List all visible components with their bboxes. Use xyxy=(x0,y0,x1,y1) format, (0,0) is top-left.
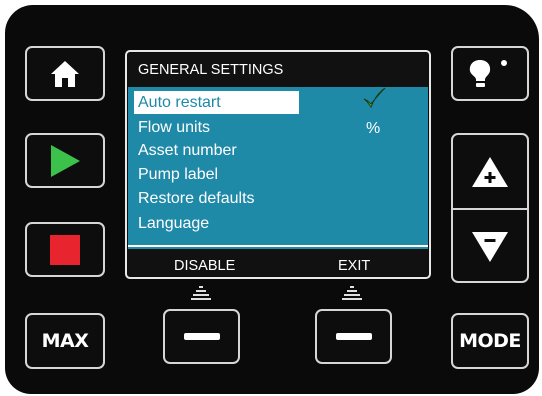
mode-button-label: MODE xyxy=(459,330,521,352)
menu-item-language[interactable]: Language xyxy=(134,212,299,235)
max-button-label: MAX xyxy=(41,330,89,352)
down-button[interactable] xyxy=(453,210,527,283)
up-down-button-group xyxy=(451,133,529,283)
minus-icon xyxy=(335,332,372,340)
menu-item-pump-label[interactable]: Pump label xyxy=(134,163,299,186)
screen-title: GENERAL SETTINGS xyxy=(138,62,284,78)
mode-button[interactable]: MODE xyxy=(451,313,529,369)
menu-item-label: Asset number xyxy=(138,142,237,159)
display-screen: GENERAL SETTINGS Auto restart Flow units… xyxy=(128,53,428,276)
minus-down-arrow-icon xyxy=(472,231,508,262)
home-icon xyxy=(51,60,79,87)
menu-item-label: Flow units xyxy=(138,119,211,136)
menu-item-label: Auto restart xyxy=(138,94,221,111)
softkey-right-label: EXIT xyxy=(338,258,371,274)
menu-item-label: Language xyxy=(138,215,210,232)
menu-item-restore-defaults[interactable]: Restore defaults xyxy=(134,187,299,210)
home-button[interactable] xyxy=(25,46,105,101)
up-button[interactable] xyxy=(453,135,527,208)
softkey-left-button[interactable] xyxy=(163,309,240,364)
play-icon xyxy=(51,144,80,177)
menu-item-flow-units[interactable]: Flow units xyxy=(134,116,299,139)
softkey-left-label: DISABLE xyxy=(174,258,236,274)
lightbulb-icon xyxy=(469,59,507,87)
softkey-bar xyxy=(128,249,428,276)
softkey-right-button[interactable] xyxy=(315,309,392,364)
plus-up-arrow-icon xyxy=(472,156,508,187)
info-button[interactable] xyxy=(451,46,529,101)
softkey-left-indicator xyxy=(191,286,211,300)
menu-item-asset-number[interactable]: Asset number xyxy=(134,139,299,162)
title-bar: GENERAL SETTINGS xyxy=(128,53,428,87)
start-button[interactable] xyxy=(25,133,105,188)
max-button[interactable]: MAX xyxy=(25,313,105,369)
stop-button[interactable] xyxy=(25,222,105,277)
softkey-divider xyxy=(128,245,428,247)
flow-units-value: % xyxy=(366,120,381,137)
menu-item-label: Restore defaults xyxy=(138,190,255,207)
softkey-right-indicator xyxy=(342,286,362,300)
checkmark-icon xyxy=(363,87,386,109)
minus-icon xyxy=(183,332,220,340)
menu-item-label: Pump label xyxy=(138,166,219,183)
menu-item-auto-restart[interactable]: Auto restart xyxy=(134,91,299,114)
stop-icon xyxy=(50,234,80,265)
